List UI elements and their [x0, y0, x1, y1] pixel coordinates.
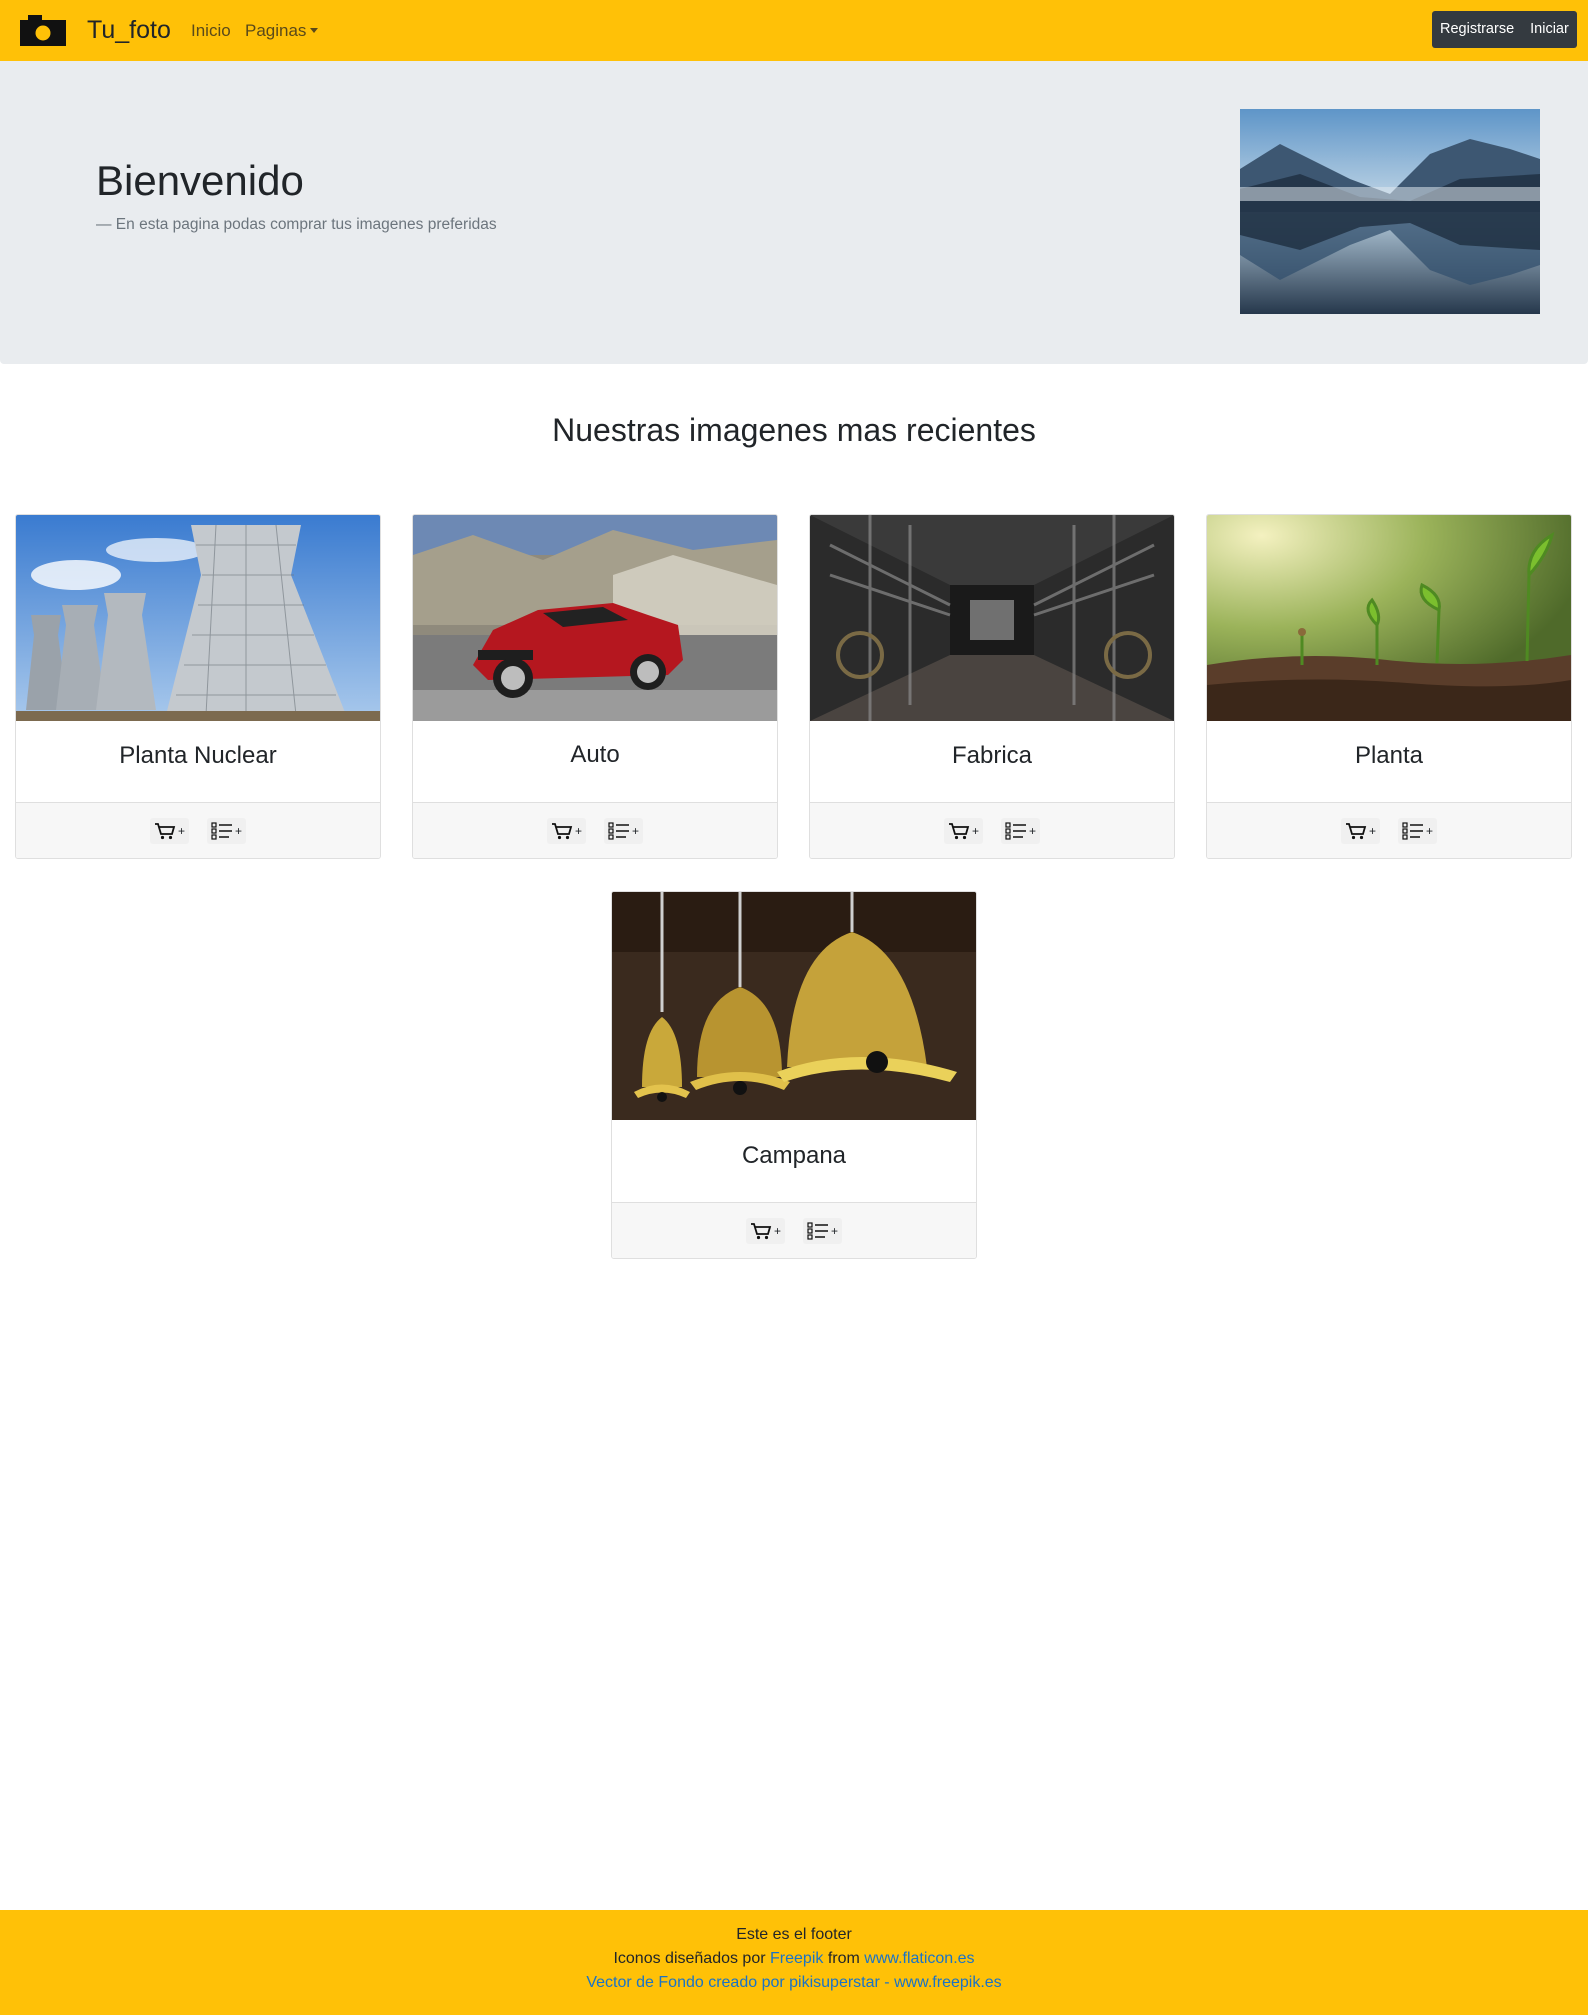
list-icon	[608, 821, 629, 840]
list-icon	[1005, 821, 1026, 840]
add-to-cart-button[interactable]: +	[943, 817, 983, 844]
image-card: Planta + +	[1206, 514, 1572, 859]
cart-icon	[154, 822, 176, 839]
nav-dropdown-paginas[interactable]: Paginas	[245, 21, 319, 41]
footer-credits-mid: from	[827, 1950, 860, 1967]
cart-plus-label: +	[177, 823, 185, 838]
factory-photo[interactable]	[810, 515, 1174, 721]
card-footer: + +	[810, 802, 1174, 858]
add-to-list-button[interactable]: +	[1398, 817, 1438, 844]
mountain-lake-photo	[1240, 109, 1540, 314]
card-title: Planta Nuclear	[119, 742, 277, 769]
section-title: Nuestras imagenes mas recientes	[552, 412, 1036, 448]
list-plus-label: +	[235, 823, 243, 838]
cart-icon	[551, 822, 573, 839]
add-to-cart-button[interactable]: +	[149, 817, 189, 844]
navbar: Tu_foto Inicio Paginas Registrarse Inici…	[0, 0, 1588, 61]
list-plus-label: +	[632, 823, 640, 838]
add-to-list-button[interactable]: +	[207, 817, 247, 844]
footer-text: Este es el footer	[736, 1926, 852, 1943]
cart-icon	[948, 822, 970, 839]
add-to-list-button[interactable]: +	[1001, 817, 1041, 844]
list-plus-label: +	[831, 1223, 839, 1238]
card-title: Planta	[1354, 742, 1424, 769]
nav-dropdown-label: Paginas	[245, 21, 307, 40]
sprouts-photo[interactable]	[1207, 515, 1571, 721]
jumbotron: Bienvenido — En esta pagina podas compra…	[0, 61, 1588, 364]
list-plus-label: +	[1426, 823, 1434, 838]
card-footer: + +	[413, 802, 777, 858]
card-footer: + +	[612, 1202, 976, 1258]
card-footer: + +	[1207, 802, 1571, 858]
add-to-cart-button[interactable]: +	[745, 1217, 785, 1244]
cart-plus-label: +	[971, 823, 979, 838]
camera-icon[interactable]	[20, 15, 66, 46]
bells-photo[interactable]	[612, 892, 976, 1120]
image-card: Planta Nuclear + +	[15, 514, 381, 859]
nav-link-inicio[interactable]: Inicio	[191, 21, 231, 41]
jumbotron-title: Bienvenido	[96, 157, 304, 204]
image-card: Auto + +	[412, 514, 778, 859]
login-button[interactable]: Iniciar	[1522, 11, 1577, 48]
brand-name[interactable]: Tu_foto	[87, 16, 171, 45]
background-credit-link[interactable]: Vector de Fondo creado por pikisuperstar…	[586, 1974, 1001, 1991]
cart-plus-label: +	[773, 1223, 781, 1238]
cart-icon	[750, 1222, 772, 1239]
cart-plus-label: +	[574, 823, 582, 838]
card-title: Campana	[741, 1142, 847, 1169]
image-card: Fabrica + +	[809, 514, 1175, 859]
jumbotron-subtitle: — En esta pagina podas comprar tus image…	[96, 216, 497, 233]
add-to-list-button[interactable]: +	[803, 1217, 843, 1244]
list-plus-label: +	[1029, 823, 1037, 838]
cooling-towers-photo[interactable]	[16, 515, 380, 721]
add-to-cart-button[interactable]: +	[1340, 817, 1380, 844]
flaticon-link[interactable]: www.flaticon.es	[864, 1950, 974, 1967]
red-car-photo[interactable]	[413, 515, 777, 721]
add-to-cart-button[interactable]: +	[546, 817, 586, 844]
register-button[interactable]: Registrarse	[1432, 11, 1522, 48]
list-icon	[1402, 821, 1423, 840]
list-icon	[807, 1221, 828, 1240]
card-footer: + +	[16, 802, 380, 858]
caret-down-icon	[310, 28, 319, 33]
footer: Este es el footer Iconos diseñados por F…	[0, 1910, 1588, 2015]
footer-background-credit: Vector de Fondo creado por pikisuperstar…	[0, 1974, 1588, 1992]
auth-button-group: Registrarse Iniciar	[1432, 11, 1577, 48]
list-icon	[211, 821, 232, 840]
image-card: Campana + +	[611, 891, 977, 1259]
footer-credits-prefix: Iconos diseñados por	[613, 1950, 766, 1967]
footer-credits: Iconos diseñados por Freepik from www.fl…	[0, 1950, 1588, 1968]
cart-icon	[1345, 822, 1367, 839]
add-to-list-button[interactable]: +	[604, 817, 644, 844]
cart-plus-label: +	[1368, 823, 1376, 838]
card-title: Auto	[570, 741, 620, 768]
card-title: Fabrica	[951, 742, 1033, 769]
freepik-link[interactable]: Freepik	[770, 1950, 823, 1967]
